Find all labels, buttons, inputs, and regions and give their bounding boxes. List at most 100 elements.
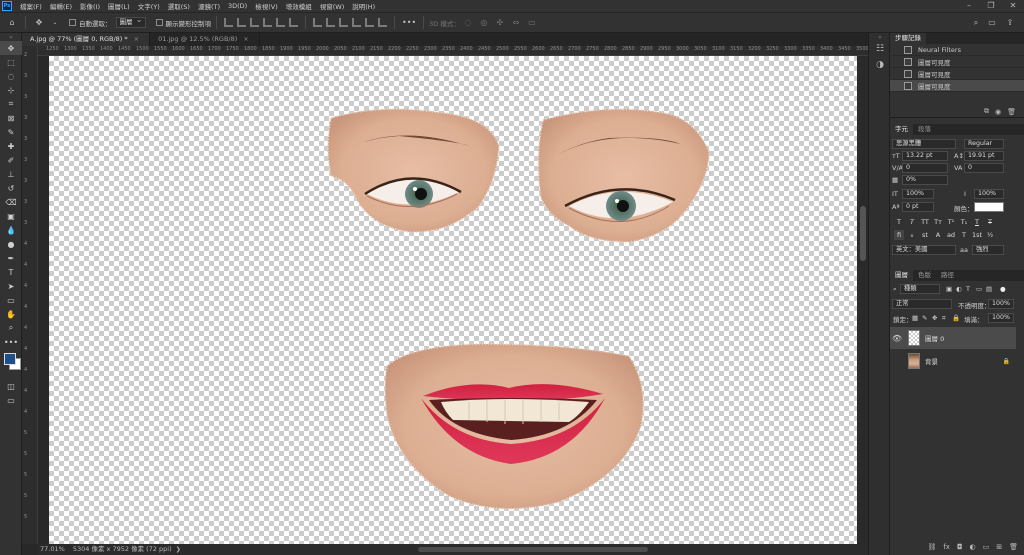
zoom-tool[interactable]: ⌕ [0,321,22,335]
small-caps-button[interactable]: Tт [933,217,943,227]
move-tool[interactable]: ✥ [0,41,22,55]
menu-file[interactable]: 檔案(F) [16,1,46,11]
3d-slide-icon[interactable]: ⇔ [510,16,522,29]
clone-stamp-tool[interactable]: ⊥ [0,167,22,181]
object-select-tool[interactable]: ⊹ [0,83,22,97]
more-options-button[interactable]: ••• [402,16,416,29]
screen-mode-icon[interactable]: ▭ [0,393,22,407]
shape-tool[interactable]: ▭ [0,293,22,307]
menu-plugins[interactable]: 增效模組 [282,1,316,11]
distribute-right-icon[interactable] [378,18,387,27]
filter-toggle-icon[interactable]: ● [1000,285,1006,293]
all-caps-button[interactable]: TT [920,217,930,227]
move-tool-icon[interactable]: ✥ [33,16,45,29]
fx-icon[interactable]: fx [943,543,950,551]
distribute-left-icon[interactable] [352,18,361,27]
tracking-field[interactable]: 0 [964,163,1004,173]
trash-icon[interactable]: 🗑 [1009,543,1018,551]
brush-tool[interactable]: ✐ [0,153,22,167]
strikethrough-button[interactable]: T [985,217,995,227]
type-tool[interactable]: T [0,265,22,279]
layer-name[interactable]: 圖層 0 [925,333,944,343]
menu-layer[interactable]: 圖層(L) [104,1,134,11]
document-canvas[interactable] [49,56,857,544]
antialias-dropdown[interactable]: 強烈 [972,245,1004,255]
history-item[interactable]: Neural Filters [890,44,1024,56]
menu-type[interactable]: 文字(Y) [134,1,164,11]
snapshot-icon[interactable]: ◉ [995,108,1001,116]
swash-button[interactable]: A [933,230,943,240]
align-top-icon[interactable] [263,18,272,27]
adjustments-panel-icon[interactable]: ◑ [869,57,891,73]
3d-scale-icon[interactable]: ▭ [526,16,538,29]
mask-icon[interactable]: ◘ [957,543,963,551]
frame-tool[interactable]: ⊠ [0,111,22,125]
faux-italic-button[interactable]: T [907,217,917,227]
kerning-field[interactable]: 0 [902,163,948,173]
show-transform-checkbox[interactable] [155,19,163,26]
collapse-icon[interactable]: » [0,33,22,41]
history-panel-icon[interactable]: ☷ [869,41,891,57]
share-icon[interactable]: ⇪ [1004,16,1016,29]
layer-filter-dropdown[interactable]: 種類 [900,284,940,294]
path-selection-tool[interactable]: ➤ [0,279,22,293]
filter-pixel-icon[interactable]: ▣ [946,285,952,293]
canvas-area[interactable] [38,56,858,544]
workspace-icon[interactable]: ▭ [986,16,998,29]
align-center-icon[interactable] [237,18,246,27]
history-item[interactable]: 圖層可見度 [890,56,1024,68]
faux-bold-button[interactable]: T [894,217,904,227]
alternates-button[interactable]: ℴ [907,230,917,240]
subscript-button[interactable]: T₁ [959,217,969,227]
font-style-dropdown[interactable]: Regular [964,139,1004,149]
collapse-icon[interactable]: « [869,33,891,41]
align-bottom-icon[interactable] [289,18,298,27]
align-middle-icon[interactable] [276,18,285,27]
close-tab-icon[interactable]: × [243,35,248,43]
blur-tool[interactable]: 💧 [0,223,22,237]
opacity-field[interactable]: 100% [988,299,1014,309]
close-icon[interactable]: ✕ [1002,0,1024,12]
distribute-vcenter-icon[interactable] [326,18,335,27]
filter-type-icon[interactable]: T [966,285,970,293]
link-icon[interactable]: ⛓ [927,543,936,551]
3d-roll-icon[interactable]: ◎ [478,16,490,29]
font-size-field[interactable]: 13.22 pt [902,151,948,161]
blend-mode-dropdown[interactable]: 正常 [892,299,952,309]
tab-a-jpg[interactable]: A.jpg @ 77% (圖層 0, RGB/8) * × [22,33,151,46]
zoom-level[interactable]: 77.01% [40,545,65,553]
close-tab-icon[interactable]: × [134,35,139,43]
layer-row-background[interactable]: 背景 🔒 [890,350,1016,372]
tab-channels[interactable]: 色版 [913,270,936,281]
menu-view[interactable]: 檢視(V) [251,1,282,11]
filter-smart-object-icon[interactable]: ▤ [986,285,992,293]
trash-icon[interactable]: 🗑 [1007,108,1016,116]
menu-3d[interactable]: 3D(D) [224,2,251,10]
new-document-from-state-icon[interactable]: ⧉ [984,107,989,116]
group-icon[interactable]: ▭ [983,543,990,551]
eye-icon[interactable]: 👁 [890,334,904,343]
ligatures-button[interactable]: fi [894,230,904,240]
filter-shape-icon[interactable]: ▭ [976,285,982,293]
3d-orbit-icon[interactable]: ◌ [462,16,474,29]
hand-tool[interactable]: ✋ [0,307,22,321]
minimize-icon[interactable]: – [958,0,980,12]
tab-paths[interactable]: 路徑 [936,270,959,281]
fill-field[interactable]: 100% [988,313,1014,323]
pen-tool[interactable]: ✒ [0,251,22,265]
horizontal-scrollbar[interactable] [418,547,648,552]
menu-window[interactable]: 視窗(W) [316,1,349,11]
tab-history[interactable]: 步驟記錄 [890,33,926,44]
tab-paragraph[interactable]: 段落 [913,124,936,135]
eraser-tool[interactable]: ⌫ [0,195,22,209]
adjustment-icon[interactable]: ◐ [970,543,976,551]
menu-image[interactable]: 影像(I) [76,1,104,11]
marquee-tool[interactable]: ⬚ [0,55,22,69]
lock-pixels-icon[interactable]: ✎ [922,314,927,322]
search-icon[interactable]: ⌕ [970,16,982,29]
fractions-button[interactable]: ½ [985,230,995,240]
vertical-scale-field[interactable]: 100% [902,189,934,199]
distribute-bottom-icon[interactable] [339,18,348,27]
tab-character[interactable]: 字元 [890,124,913,135]
layer-row-layer0[interactable]: 👁 圖層 0 [890,327,1016,349]
